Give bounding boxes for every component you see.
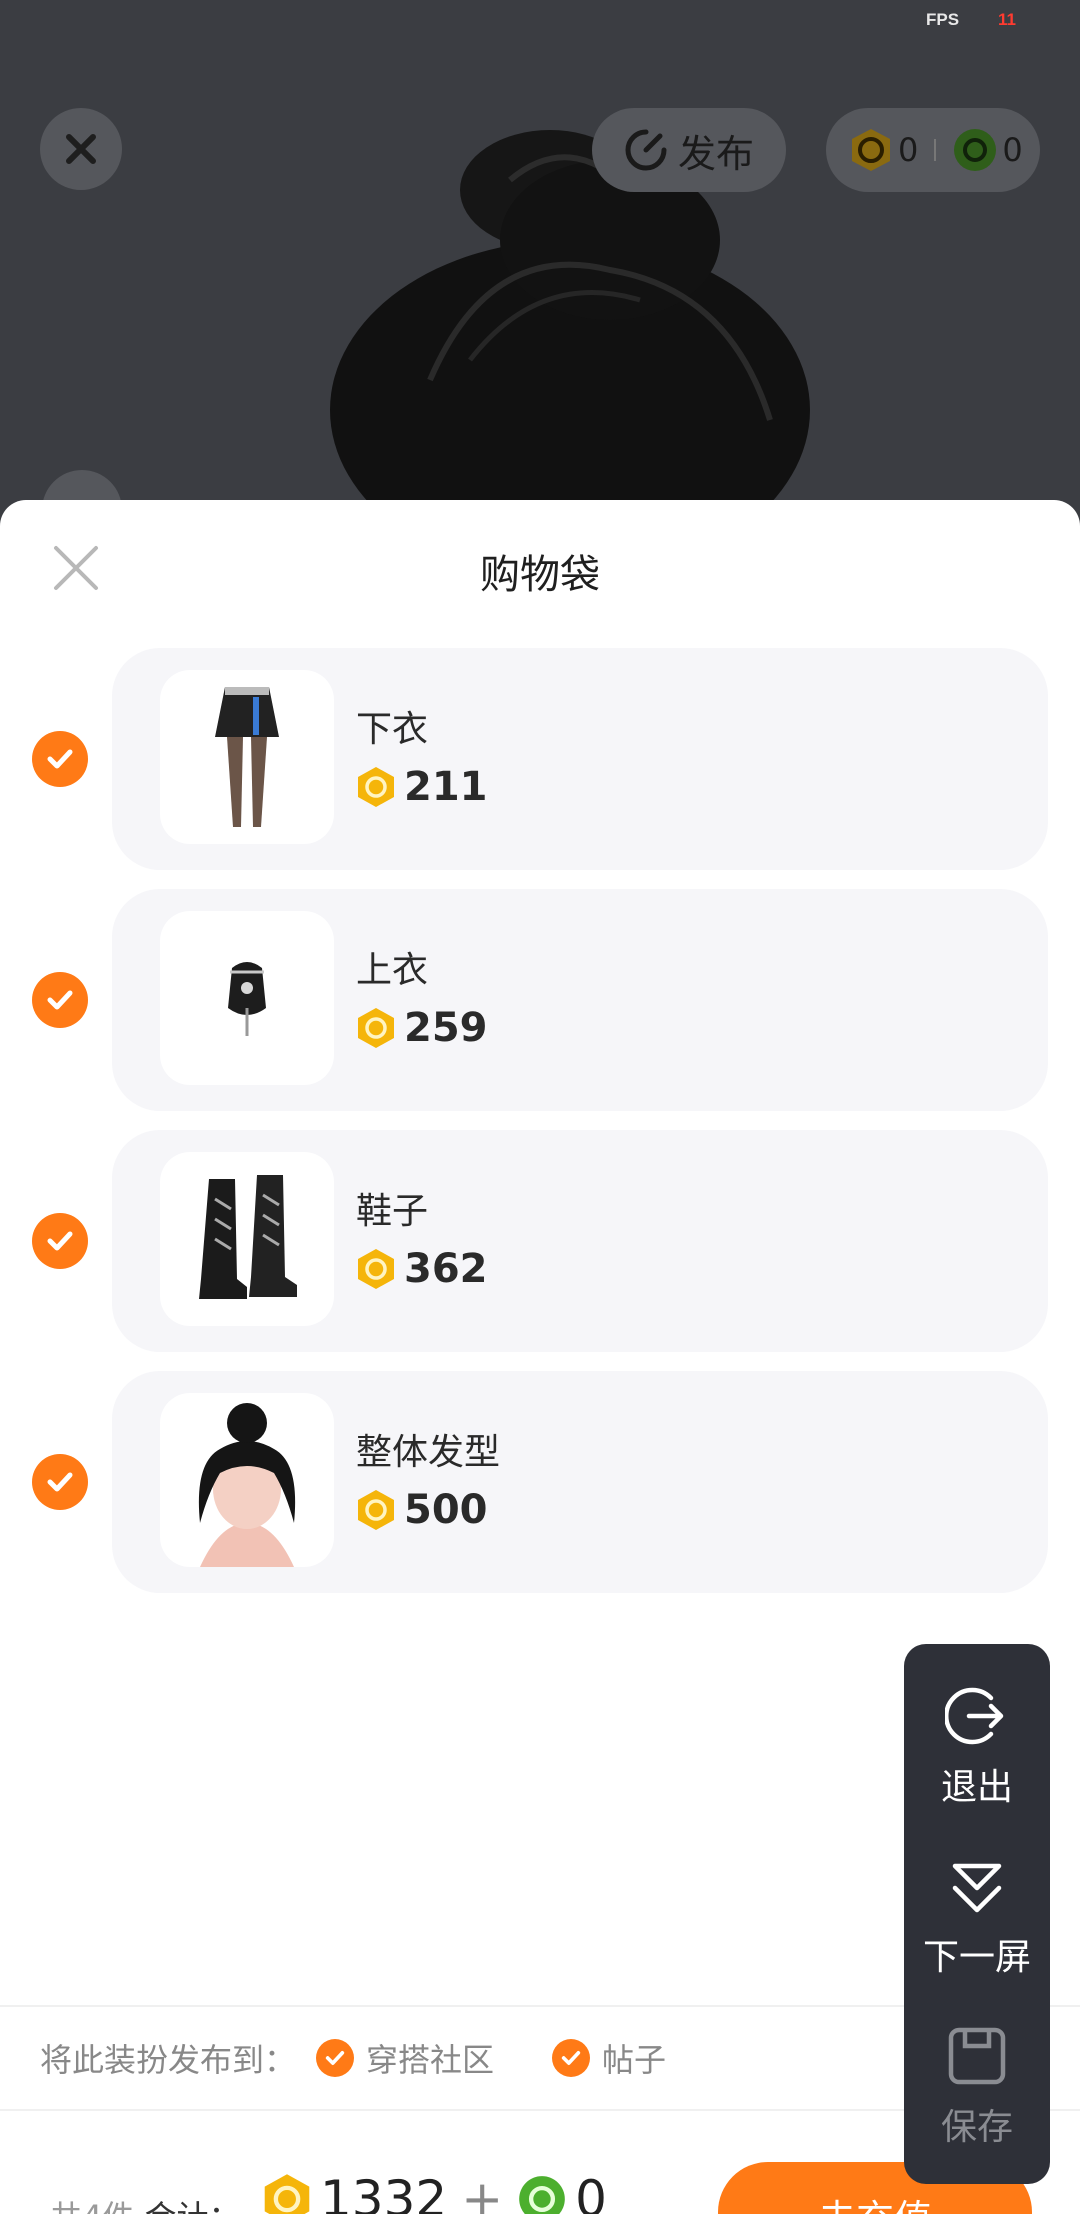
total-label: 合计： [145, 2198, 241, 2214]
item-price: 259 [356, 1005, 488, 1051]
item-checkbox[interactable] [32, 972, 88, 1028]
price-value: 362 [404, 1246, 488, 1292]
check-icon [47, 1472, 73, 1492]
gold-coin-icon [358, 1249, 394, 1289]
option-checkbox[interactable] [316, 2039, 355, 2077]
next-screen-label: 下一屏 [922, 1937, 1031, 1978]
save-button[interactable]: 保存 [904, 2024, 1050, 2150]
item-name: 上衣 [356, 950, 429, 991]
currency-balance[interactable]: 0 0 [826, 108, 1040, 192]
count-text: 共4件 [50, 2198, 134, 2214]
item-thumbnail [160, 670, 334, 844]
publish-to-prompt: 将此装扮发布到： [40, 2041, 297, 2079]
next-screen-button[interactable]: 下一屏 [904, 1854, 1050, 1980]
close-scene-button[interactable] [40, 108, 122, 190]
exit-icon [945, 1687, 1004, 1745]
check-icon [47, 749, 73, 769]
total-sum: 1332 + 0 [262, 2170, 607, 2214]
gold-coin-icon [852, 129, 890, 171]
item-name: 下衣 [356, 709, 429, 750]
check-icon [325, 2051, 345, 2065]
cart-item[interactable]: 下衣 211 [0, 648, 1080, 870]
save-label: 保存 [940, 2107, 1013, 2148]
fps-value: 11 [998, 10, 1016, 29]
top-garment-image [228, 962, 266, 1036]
item-name: 鞋子 [356, 1191, 429, 1232]
save-icon [948, 2027, 1006, 2085]
option-post[interactable]: 帖子 [552, 2035, 666, 2081]
option-label: 穿搭社区 [366, 2041, 495, 2079]
check-icon [561, 2051, 581, 2065]
gold-total: 1332 [320, 2170, 448, 2214]
plus-sign: + [461, 2170, 504, 2214]
check-icon [47, 1231, 73, 1251]
green-coin-icon [954, 129, 997, 171]
item-card[interactable]: 鞋子 362 [112, 1130, 1048, 1352]
item-checkbox[interactable] [32, 1213, 88, 1269]
cart-item[interactable]: 整体发型 500 [0, 1371, 1080, 1593]
gold-balance: 0 [898, 131, 919, 169]
price-value: 500 [404, 1487, 488, 1533]
sheet-title: 购物袋 [480, 552, 600, 598]
item-card[interactable]: 整体发型 500 [112, 1371, 1048, 1593]
skirt-leggings-image [215, 687, 279, 827]
exit-button[interactable]: 退出 [904, 1684, 1050, 1810]
exit-label: 退出 [940, 1767, 1013, 1808]
item-price: 500 [356, 1487, 488, 1533]
item-card[interactable]: 下衣 211 [112, 648, 1048, 870]
gold-coin-icon [358, 1490, 394, 1530]
gold-coin-icon [264, 2174, 310, 2214]
cart-item[interactable]: 鞋子 362 [0, 1130, 1080, 1352]
cart-item[interactable]: 上衣 259 [0, 889, 1080, 1111]
item-price: 362 [356, 1246, 488, 1292]
green-total: 0 [575, 2170, 607, 2214]
avatar-scene: FPS 11 发布 0 0 [0, 0, 1080, 520]
price-value: 259 [404, 1005, 488, 1051]
option-label: 帖子 [602, 2041, 667, 2079]
item-thumbnail [160, 1393, 334, 1567]
price-value: 211 [404, 764, 488, 810]
publish-icon [625, 129, 667, 171]
item-count: 共4件 合计： [50, 2192, 241, 2214]
item-checkbox[interactable] [32, 731, 88, 787]
item-price: 211 [356, 764, 488, 810]
fps-label: FPS [926, 10, 960, 29]
publish-label: 发布 [677, 131, 754, 176]
hairstyle-image [198, 1403, 296, 1567]
publish-button[interactable]: 发布 [592, 108, 786, 192]
item-checkbox[interactable] [32, 1454, 88, 1510]
gold-coin-icon [358, 1008, 394, 1048]
boots-image [199, 1175, 297, 1299]
option-community[interactable]: 穿搭社区 [316, 2035, 494, 2081]
option-checkbox[interactable] [552, 2039, 591, 2077]
item-thumbnail [160, 911, 334, 1085]
floating-action-panel: 退出 下一屏 保存 [904, 1644, 1050, 2184]
item-thumbnail [160, 1152, 334, 1326]
double-chevron-down-icon [952, 1863, 1002, 1913]
check-icon [47, 990, 73, 1010]
green-balance: 0 [1002, 131, 1023, 169]
item-name: 整体发型 [356, 1432, 501, 1473]
gold-coin-icon [358, 767, 394, 807]
green-coin-icon [519, 2176, 565, 2214]
divider [934, 139, 937, 161]
item-card[interactable]: 上衣 259 [112, 889, 1048, 1111]
close-icon [66, 134, 96, 164]
